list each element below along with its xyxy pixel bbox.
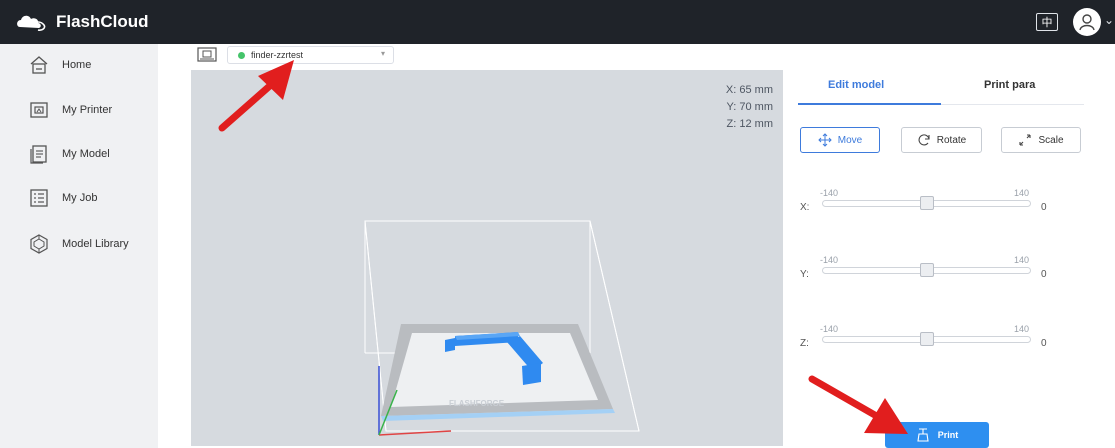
move-label: Move: [837, 134, 863, 146]
dimension-z: Z: 12 mm: [726, 118, 773, 130]
z-slider-value: 0: [1041, 338, 1047, 349]
sidebar-item-my-job[interactable]: My Job: [28, 186, 97, 210]
printer-select[interactable]: finder-zzrtest ▾: [227, 46, 394, 64]
panel-tabs: Edit model Print para: [798, 70, 1084, 105]
model-icon: [30, 145, 47, 164]
job-list-icon: [30, 189, 48, 207]
z-slider-axis-label: Z:: [800, 338, 809, 349]
z-slider-handle[interactable]: [919, 332, 934, 346]
dimension-x: X: 65 mm: [725, 84, 773, 96]
print-icon: [917, 428, 929, 442]
sidebar-item-label: My Job: [62, 192, 98, 204]
z-slider-max: 140: [1014, 324, 1030, 334]
status-dot-icon: [238, 51, 245, 59]
scale-label: Scale: [1038, 134, 1064, 146]
move-icon: [818, 133, 832, 147]
model-dimensions: X: 65 mm Y: 70 mm Z: 12 mm: [726, 82, 773, 133]
tab-edit-model[interactable]: Edit model: [828, 79, 884, 91]
sidebar-item-home[interactable]: Home: [28, 53, 91, 77]
sidebar-item-label: Home: [62, 59, 92, 71]
z-slider-min: -140: [820, 324, 839, 334]
brand[interactable]: FlashCloud: [14, 10, 149, 34]
language-toggle[interactable]: 中: [1036, 13, 1058, 31]
app-title: FlashCloud: [56, 12, 149, 31]
sidebar: Home My Printer My Model My Job Model Li…: [0, 44, 158, 448]
bed-watermark: FLASHFORGE: [449, 399, 505, 408]
sidebar-item-model-library[interactable]: Model Library: [28, 232, 129, 256]
rotate-label: Rotate: [936, 134, 967, 146]
x-slider-value: 0: [1041, 202, 1047, 213]
x-axis-icon: [378, 430, 452, 436]
library-icon: [30, 234, 48, 254]
y-slider: -140 140 Y: 0: [798, 255, 1084, 295]
x-slider-min: -140: [820, 188, 839, 198]
printer-select-value: finder-zzrtest: [251, 50, 304, 60]
edit-panel: Edit model Print para Move Rotate Scale …: [798, 70, 1084, 448]
sidebar-item-label: My Printer: [62, 104, 113, 116]
x-slider-axis-label: X:: [800, 202, 810, 213]
chevron-down-icon: ▾: [380, 49, 385, 58]
printer-icon: [30, 102, 48, 118]
user-avatar[interactable]: [1073, 8, 1101, 36]
build-volume-scene[interactable]: FLASHFORGE: [191, 70, 783, 446]
y-slider-max: 140: [1014, 255, 1030, 265]
y-slider-min: -140: [820, 255, 839, 265]
tab-print-para[interactable]: Print para: [984, 79, 1035, 91]
sidebar-item-my-printer[interactable]: My Printer: [28, 98, 112, 122]
build-plate: [391, 333, 598, 407]
scale-button[interactable]: Scale: [1001, 127, 1081, 153]
x-slider-handle[interactable]: [919, 196, 934, 210]
y-slider-handle[interactable]: [919, 263, 934, 277]
sidebar-item-label: My Model: [62, 148, 110, 160]
rotate-icon: [918, 134, 930, 146]
x-slider-max: 140: [1014, 188, 1030, 198]
z-slider: -140 140 Z: 0: [798, 324, 1084, 364]
model-viewport[interactable]: FLASHFORGE X: 65 mm Y: 70 mm Z: 12 mm: [191, 70, 783, 446]
move-button[interactable]: Move: [800, 127, 880, 153]
dimension-y: Y: 70 mm: [726, 101, 773, 113]
active-tab-indicator: [798, 103, 941, 105]
print-label: Print: [937, 430, 959, 440]
sidebar-item-my-model[interactable]: My Model: [28, 142, 110, 166]
rotate-button[interactable]: Rotate: [901, 127, 982, 153]
y-slider-axis-label: Y:: [800, 269, 809, 280]
chevron-down-icon[interactable]: ⌄: [1104, 13, 1114, 27]
printer-toolbar: finder-zzrtest ▾: [197, 44, 394, 66]
sidebar-item-label: Model Library: [62, 238, 129, 250]
scale-icon: [1019, 134, 1032, 146]
printer-icon[interactable]: [197, 47, 217, 63]
user-icon: [1079, 14, 1095, 31]
top-bar: FlashCloud 中 ⌄: [0, 0, 1115, 44]
cloud-logo-icon: [17, 15, 46, 31]
y-slider-value: 0: [1041, 269, 1047, 280]
print-button[interactable]: Print: [885, 422, 989, 448]
home-icon: [30, 56, 48, 74]
x-slider: -140 140 X: 0: [798, 188, 1084, 228]
